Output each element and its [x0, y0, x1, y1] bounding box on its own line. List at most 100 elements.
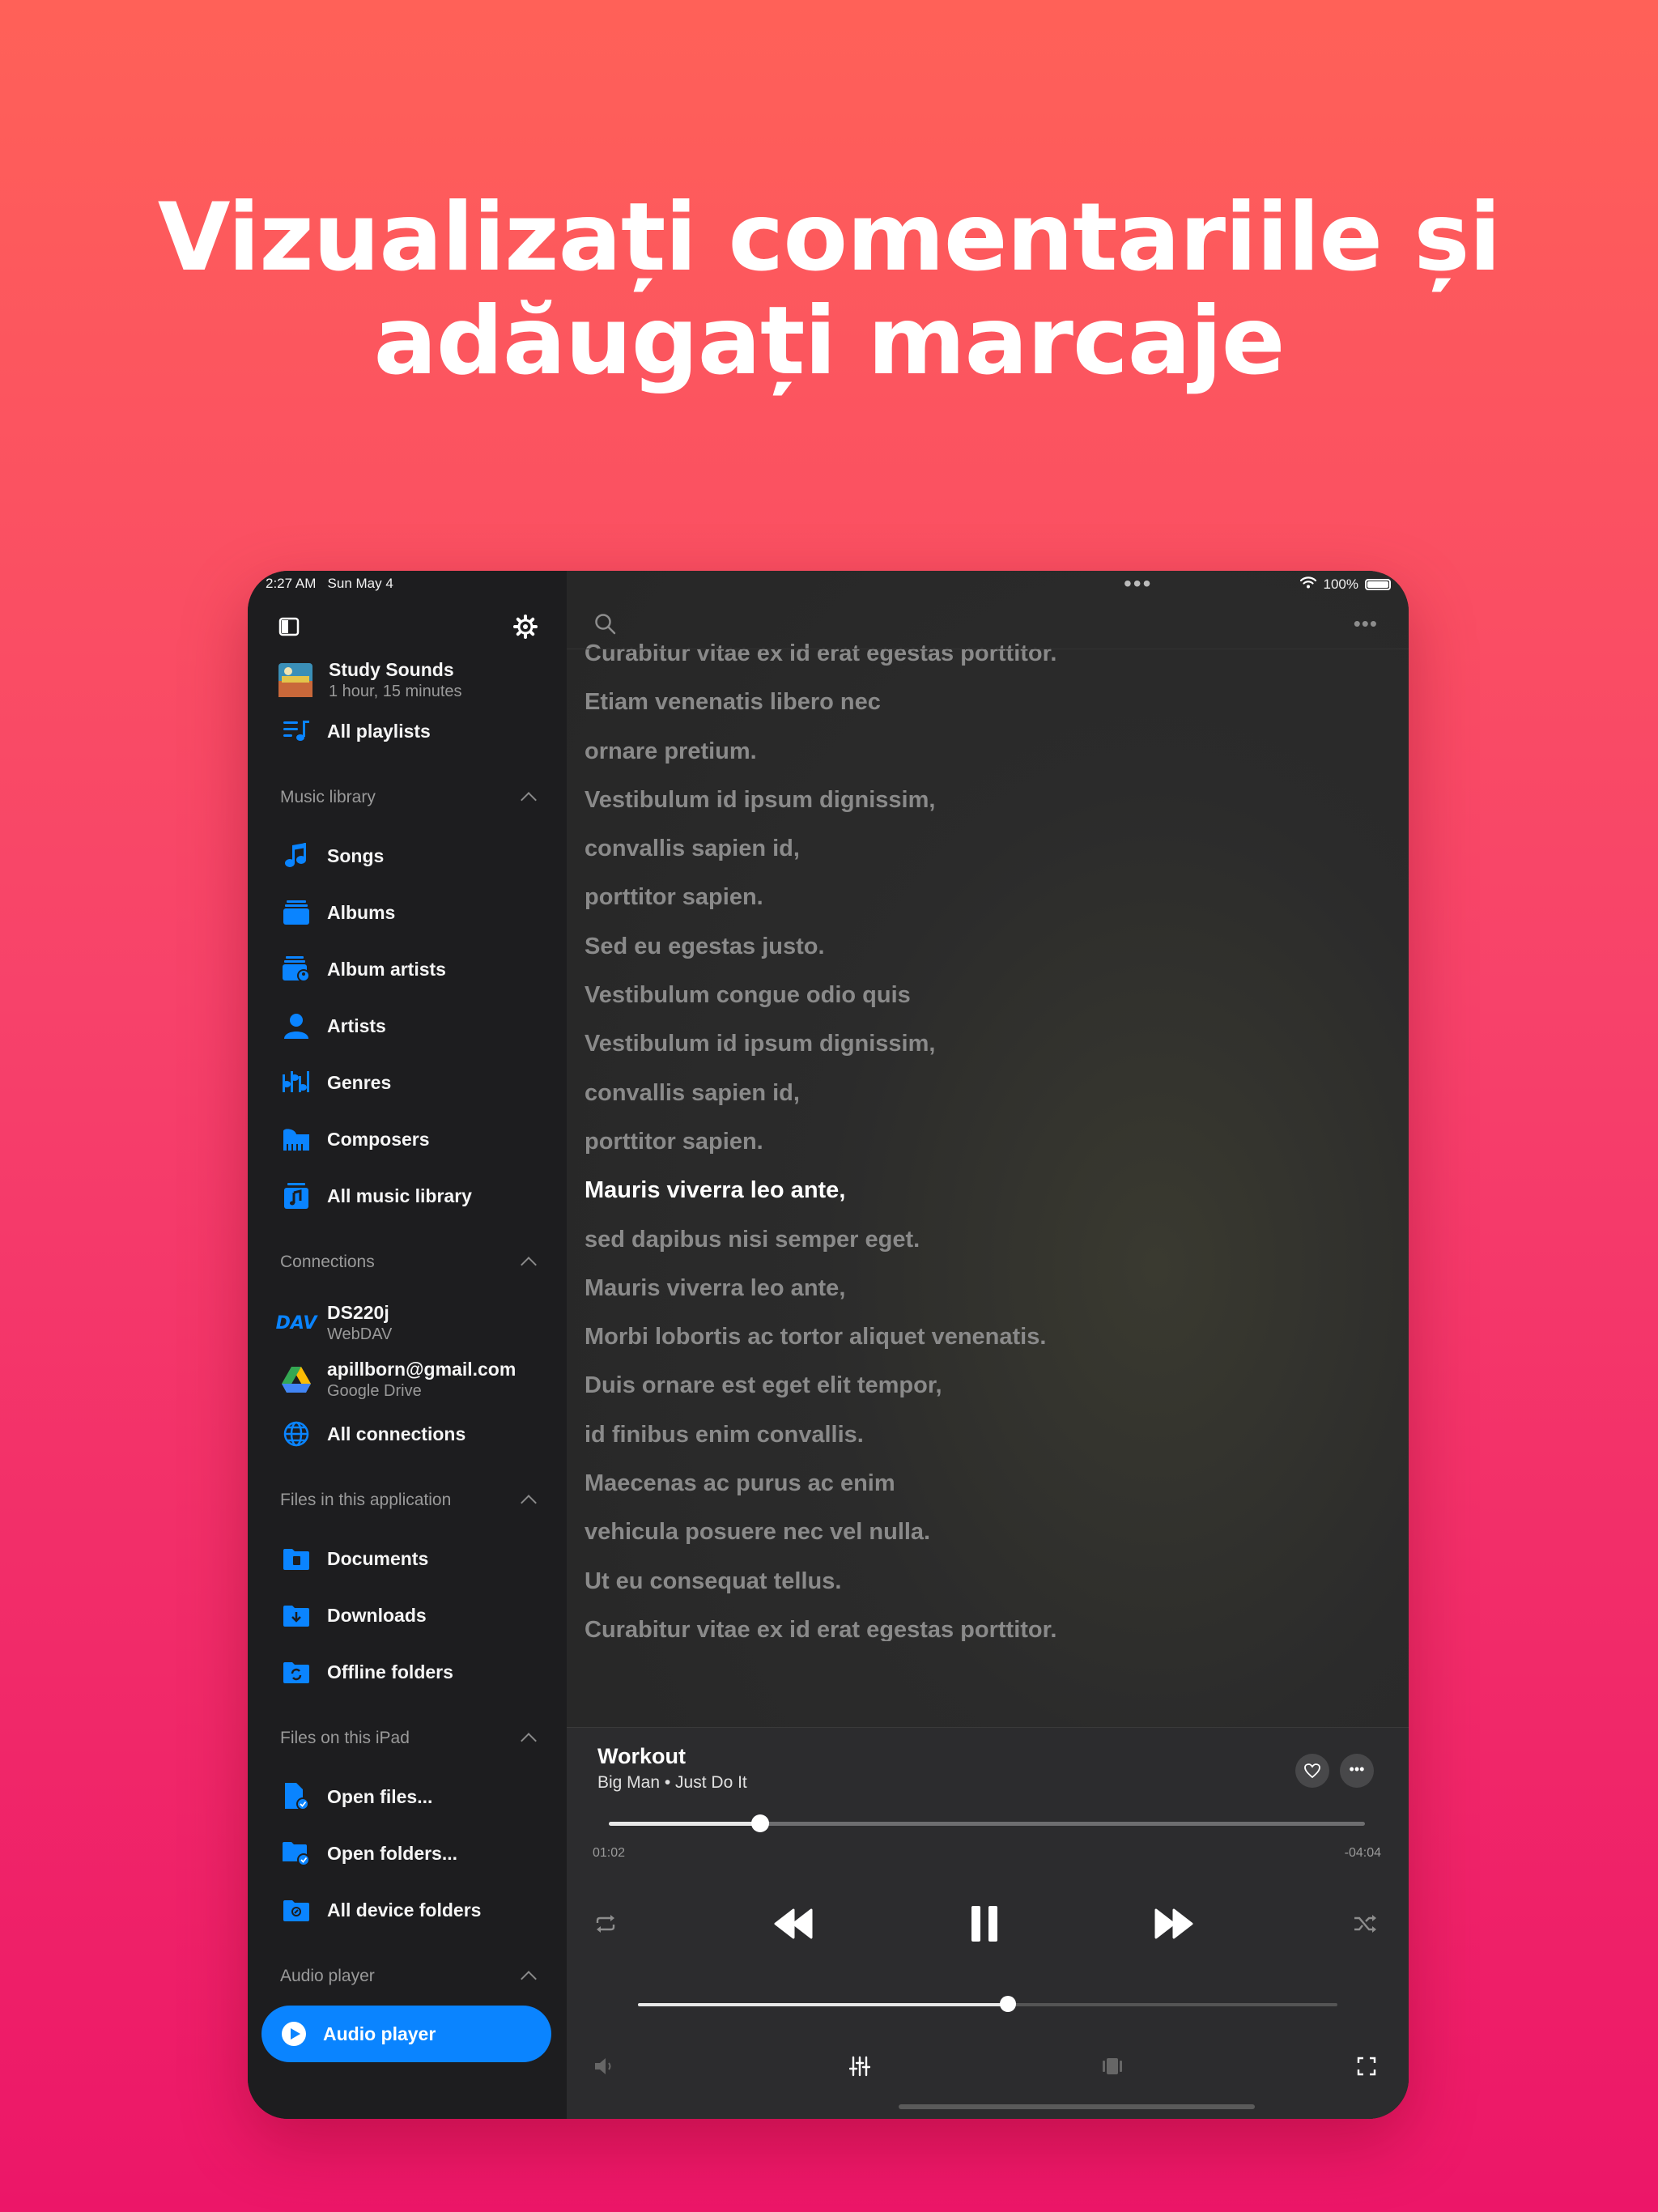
settings-gear-icon[interactable] [513, 615, 538, 643]
lyric-line[interactable]: sed dapibus nisi semper eget. [585, 1215, 1392, 1264]
fast-forward-button[interactable] [1150, 1903, 1198, 1945]
sidebar-item-genres[interactable]: Genres [248, 1058, 567, 1107]
section-header-audio-player[interactable]: Audio player [280, 1967, 537, 1987]
sidebar-item-all-playlists[interactable]: All playlists [248, 707, 567, 755]
volume-knob[interactable] [999, 1996, 1016, 2012]
progress-fill [609, 1822, 760, 1826]
globe-icon [280, 1418, 312, 1450]
google-drive-icon [280, 1363, 312, 1396]
repeat-button[interactable] [589, 1908, 622, 1940]
sidebar-item-connection-google-drive[interactable]: apillborn@gmail.com Google Drive [248, 1351, 567, 1408]
sidebar-item-label: Genres [327, 1071, 392, 1093]
sidebar-item-songs[interactable]: Songs [248, 832, 567, 880]
fullscreen-button[interactable] [1352, 2052, 1381, 2081]
volume-slider[interactable] [638, 1996, 1337, 2012]
person-icon [280, 1010, 312, 1042]
elapsed-time: 01:02 [593, 1846, 626, 1860]
lyric-line[interactable]: Mauris viverra leo ante, [585, 1264, 1392, 1312]
lyric-line[interactable]: Maecenas ac purus ac enim [585, 1459, 1392, 1508]
lyric-line[interactable]: Etiam venenatis libero nec [585, 678, 1392, 726]
lyric-line[interactable]: Vestibulum congue odio quis [585, 971, 1392, 1019]
sidebar-item-label: Artists [327, 1015, 386, 1036]
connection-title: apillborn@gmail.com [327, 1359, 517, 1380]
lyric-line[interactable]: Curabitur vitae ex id erat egestas portt… [585, 1606, 1392, 1641]
rewind-button[interactable] [769, 1903, 818, 1945]
sidebar-item-open-folders[interactable]: Open folders... [248, 1829, 567, 1878]
more-options-icon[interactable]: ••• [1354, 611, 1378, 636]
ipad-device: 2:27 AM Sun May 4 Study Sounds 1 hour, 1… [248, 571, 1409, 2119]
music-note-icon [280, 840, 312, 872]
sidebar-item-label: Album artists [327, 958, 446, 980]
section-title: Music library [280, 788, 376, 806]
home-indicator [899, 2104, 1255, 2109]
lyric-line[interactable]: porttitor sapien. [585, 1117, 1392, 1166]
status-time: 2:27 AM [266, 576, 317, 591]
lyric-line[interactable]: ornare pretium. [585, 727, 1392, 776]
sidebar-item-open-files[interactable]: Open files... [248, 1772, 567, 1821]
sidebar-item-downloads[interactable]: Downloads [248, 1591, 567, 1640]
lyric-line[interactable]: convallis sapien id, [585, 1069, 1392, 1117]
playlist-artwork [278, 663, 312, 697]
playlist-icon [280, 715, 312, 747]
sidebar-item-label: Songs [327, 844, 385, 866]
speaker-button[interactable] [589, 2052, 619, 2081]
lyric-line[interactable]: porttitor sapien. [585, 873, 1392, 921]
progress-knob[interactable] [750, 1814, 769, 1832]
sidebar-item-albums[interactable]: Albums [248, 888, 567, 937]
lyric-line[interactable]: Vestibulum id ipsum dignissim, [585, 776, 1392, 824]
equalizer-button[interactable] [845, 2052, 874, 2081]
sidebar-item-composers[interactable]: Composers [248, 1115, 567, 1163]
sidebar-item-label: Documents [327, 1547, 429, 1569]
lyric-line[interactable]: vehicula posuere nec vel nulla. [585, 1508, 1392, 1556]
sidebar-item-album-artists[interactable]: Album artists [248, 945, 567, 993]
status-bar-left: 2:27 AM Sun May 4 [266, 576, 393, 592]
sidebar-item-offline-folders[interactable]: Offline folders [248, 1648, 567, 1696]
pause-button[interactable] [960, 1899, 1009, 1948]
sidebar-toggle-icon[interactable] [278, 616, 300, 641]
shuffle-button[interactable] [1349, 1908, 1381, 1940]
chevron-up-icon [521, 1495, 537, 1511]
current-lyric-line[interactable]: Mauris viverra leo ante, [585, 1166, 1392, 1214]
status-date: Sun May 4 [327, 576, 393, 591]
device-folder-icon [280, 1894, 312, 1926]
sidebar-item-connection-ds220j[interactable]: DAV DS220j WebDAV [248, 1295, 567, 1351]
progress-bar[interactable] [609, 1814, 1365, 1832]
sidebar-item-label: Offline folders [327, 1661, 453, 1682]
sidebar-item-documents[interactable]: Documents [248, 1534, 567, 1583]
sidebar-item-artists[interactable]: Artists [248, 1002, 567, 1050]
section-header-music-library[interactable]: Music library [280, 788, 537, 808]
headline: Vizualizați comentariile și adăugați mar… [157, 183, 1501, 396]
sidebar-item-label: All connections [327, 1423, 466, 1444]
sidebar-item-all-music-library[interactable]: All music library [248, 1172, 567, 1220]
section-header-connections[interactable]: Connections [280, 1253, 537, 1273]
play-circle-icon [279, 2019, 308, 2048]
piano-icon [280, 1123, 312, 1155]
lyric-line[interactable]: Ut eu consequat tellus. [585, 1557, 1392, 1606]
remaining-time: -04:04 [1344, 1846, 1381, 1860]
albums-stack-icon [280, 896, 312, 929]
lyric-line[interactable]: convallis sapien id, [585, 824, 1392, 873]
lyric-line[interactable]: Morbi lobortis ac tortor aliquet venenat… [585, 1312, 1392, 1361]
section-header-files-app[interactable]: Files in this application [280, 1491, 537, 1511]
section-header-files-ipad[interactable]: Files on this iPad [280, 1729, 537, 1749]
pause-icon [971, 1906, 997, 1942]
sidebar-item-label: Audio player [323, 2023, 436, 2044]
sidebar-item-all-device-folders[interactable]: All device folders [248, 1886, 567, 1934]
sidebar-item-audio-player[interactable]: Audio player [261, 2006, 551, 2062]
queue-button[interactable] [1098, 2052, 1127, 2081]
search-icon[interactable] [594, 613, 617, 640]
favorite-heart-button[interactable] [1295, 1754, 1329, 1788]
album-artists-icon [280, 953, 312, 985]
connection-type: WebDAV [327, 1325, 393, 1343]
lyric-line[interactable]: id finibus enim convallis. [585, 1410, 1392, 1459]
current-playlist-item[interactable]: Study Sounds 1 hour, 15 minutes [248, 652, 567, 708]
lyric-line[interactable]: Vestibulum id ipsum dignissim, [585, 1019, 1392, 1068]
fullscreen-expand-icon [1357, 2057, 1376, 2076]
offline-folder-icon [280, 1656, 312, 1688]
sidebar-item-all-connections[interactable]: All connections [248, 1410, 567, 1458]
lyrics-view[interactable]: Curabitur vitae ex id erat egestas portt… [585, 629, 1392, 1641]
lyric-line[interactable]: Sed eu egestas justo. [585, 922, 1392, 971]
sidebar-item-label: Albums [327, 901, 396, 923]
track-more-button[interactable]: ••• [1340, 1754, 1374, 1788]
lyric-line[interactable]: Duis ornare est eget elit tempor, [585, 1361, 1392, 1410]
